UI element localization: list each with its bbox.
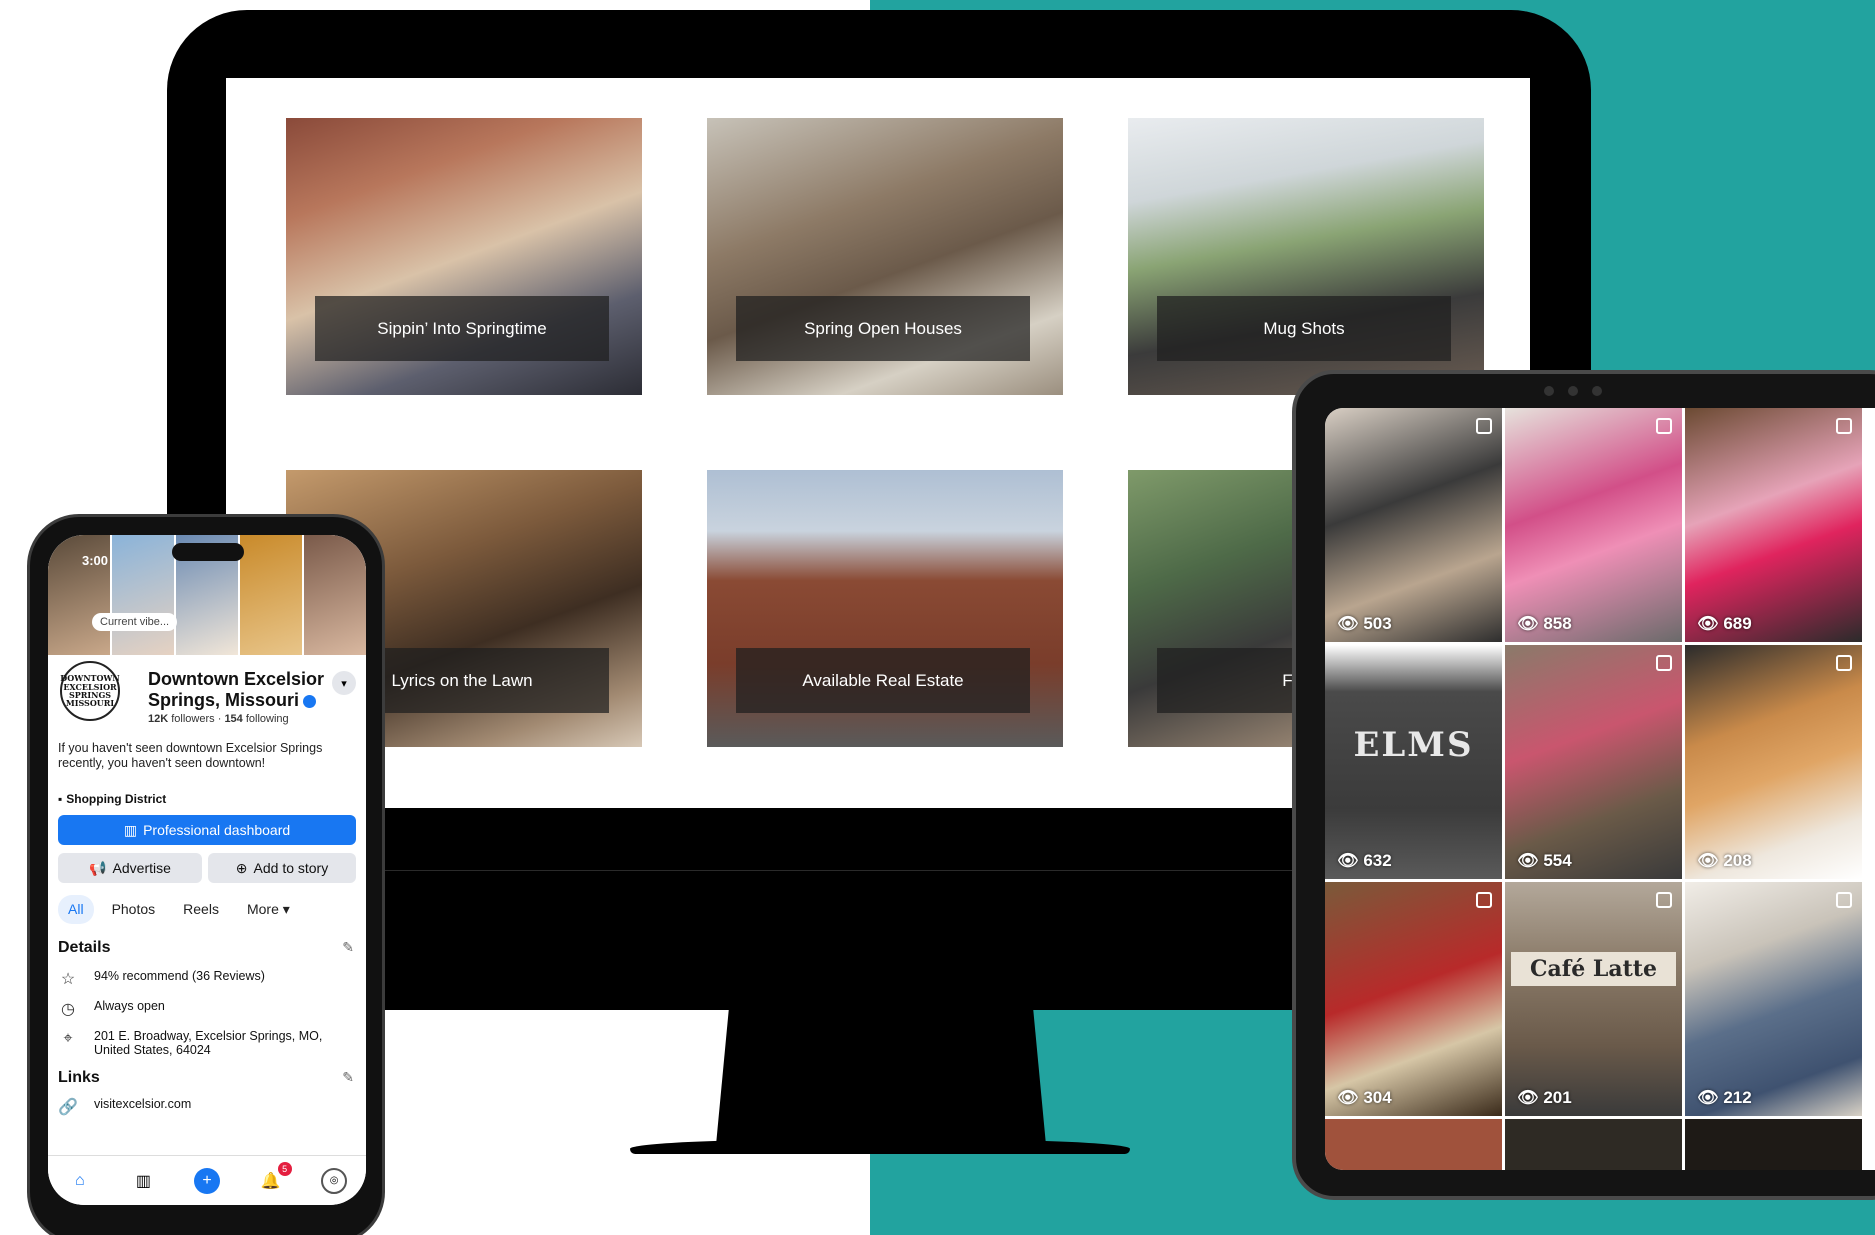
megaphone-icon: 📢	[89, 859, 107, 876]
phone-notch	[172, 543, 244, 561]
instagram-grid-screen: 👁 503 👁 858 👁 689 ELMS 👁 632 👁 554 👁 208…	[1325, 408, 1875, 1170]
cover-note-chip[interactable]: Current vibe...	[92, 613, 178, 631]
tile-mug-shots[interactable]: Mug Shots	[1128, 118, 1484, 395]
ig-post[interactable]: 👁 304	[1325, 882, 1502, 1116]
tile-caption: Spring Open Houses	[736, 296, 1030, 361]
details-heading: Details	[58, 939, 111, 956]
insights-icon[interactable]: ▥	[130, 1168, 156, 1194]
facebook-page-screen: 3:00 Current vibe... DOWNTOWN EXCELSIOR …	[48, 535, 366, 1205]
multi-post-icon	[1476, 892, 1492, 908]
website-link[interactable]: 🔗 visitexcelsior.com	[58, 1097, 191, 1117]
page-avatar[interactable]: DOWNTOWN EXCELSIOR SPRINGS MISSOURI	[60, 661, 120, 721]
link-icon: 🔗	[58, 1099, 78, 1116]
plus-circle-icon: ⊕	[235, 859, 248, 876]
multi-post-icon	[1656, 655, 1672, 671]
notifications-bell-icon[interactable]: 🔔 5	[258, 1161, 292, 1194]
tile-sippin-into-springtime[interactable]: Sippin’ Into Springtime	[286, 118, 642, 395]
tab-reels[interactable]: Reels	[173, 895, 229, 924]
marketing-mockup: Sippin’ Into Springtime Spring Open Hous…	[0, 0, 1875, 1235]
tab-photos[interactable]: Photos	[102, 895, 166, 924]
view-count: 👁 632	[1337, 851, 1392, 870]
ig-post[interactable]: 👁 554	[1505, 645, 1682, 879]
view-count: 👁 212	[1697, 1088, 1752, 1107]
ig-post[interactable]: 👁 689	[1685, 408, 1862, 642]
profile-tabs: All Photos Reels More ▾	[58, 895, 300, 924]
view-count: 👁 554	[1517, 851, 1572, 870]
multi-post-icon	[1836, 655, 1852, 671]
dashboard-icon: ▥	[123, 821, 138, 838]
detail-recommendations: ☆ 94% recommend (36 Reviews)	[58, 969, 265, 989]
ig-post[interactable]	[1685, 1119, 1862, 1170]
phone-device: 3:00 Current vibe... DOWNTOWN EXCELSIOR …	[27, 514, 385, 1235]
profile-avatar-icon[interactable]: ◎	[321, 1167, 348, 1194]
status-bar-time: 3:00	[82, 553, 109, 568]
create-post-icon[interactable]: +	[193, 1167, 220, 1194]
ig-post[interactable]: 👁 212	[1685, 882, 1862, 1116]
ig-post[interactable]	[1505, 1119, 1682, 1170]
category-icon: ▪	[58, 792, 63, 806]
tile-caption: Sippin’ Into Springtime	[315, 296, 609, 361]
advertise-button[interactable]: 📢 Advertise	[58, 853, 202, 883]
clock-icon: ◷	[61, 1001, 75, 1018]
view-count: 👁 689	[1697, 614, 1752, 633]
ig-post[interactable]: 👁 503	[1325, 408, 1502, 642]
tile-caption: Mug Shots	[1157, 296, 1451, 361]
detail-hours: ◷ Always open	[58, 999, 165, 1019]
instagram-grid: 👁 503 👁 858 👁 689 ELMS 👁 632 👁 554 👁 208…	[1325, 408, 1875, 1116]
tile-caption: Available Real Estate	[736, 648, 1030, 713]
tablet-camera	[1544, 386, 1602, 396]
follower-counts[interactable]: 12K followers · 154 following	[148, 713, 289, 725]
links-heading: Links	[58, 1069, 100, 1086]
multi-post-icon	[1656, 418, 1672, 434]
instagram-grid-next-row	[1325, 1119, 1875, 1170]
chevron-down-icon[interactable]: ▾	[332, 671, 356, 695]
detail-address[interactable]: ⌖ 201 E. Broadway, Excelsior Springs, MO,…	[58, 1029, 348, 1057]
notification-badge: 5	[277, 1161, 292, 1176]
home-icon[interactable]: ⌂	[67, 1168, 93, 1194]
view-count: 👁 208	[1697, 851, 1752, 870]
multi-post-icon	[1476, 418, 1492, 434]
bottom-nav-bar: ⌂ ▥ + 🔔 5 ◎	[48, 1155, 366, 1205]
multi-post-icon	[1656, 892, 1672, 908]
ig-post[interactable]: 👁 858	[1505, 408, 1682, 642]
view-count: 👁 503	[1337, 614, 1392, 633]
multi-post-icon	[1836, 418, 1852, 434]
multi-post-icon	[1836, 892, 1852, 908]
page-bio: If you haven't seen downtown Excelsior S…	[58, 741, 323, 770]
ig-post[interactable]	[1325, 1119, 1502, 1170]
page-category: ▪ Shopping District	[58, 792, 167, 806]
tile-spring-open-houses[interactable]: Spring Open Houses	[707, 118, 1063, 395]
tab-more[interactable]: More ▾	[237, 895, 300, 924]
view-count: 👁 201	[1517, 1088, 1572, 1107]
monitor-stand-base	[630, 1140, 1130, 1154]
view-count: 👁 304	[1337, 1088, 1392, 1107]
add-to-story-button[interactable]: ⊕ Add to story	[208, 853, 356, 883]
edit-details-pencil-icon[interactable]: ✎	[342, 939, 354, 956]
professional-dashboard-button[interactable]: ▥ Professional dashboard	[58, 815, 356, 845]
elms-logo-icon: ELMS	[1353, 725, 1474, 765]
cafe-latte-soap-label: Café Latte	[1511, 952, 1676, 986]
ig-post[interactable]: 👁 208	[1685, 645, 1862, 879]
tile-available-real-estate[interactable]: Available Real Estate	[707, 470, 1063, 747]
tablet-device: 👁 503 👁 858 👁 689 ELMS 👁 632 👁 554 👁 208…	[1292, 370, 1875, 1200]
tab-all[interactable]: All	[58, 895, 94, 924]
location-pin-icon: ⌖	[63, 1030, 73, 1047]
page-title: Downtown Excelsior Springs, Missouri	[148, 669, 325, 710]
edit-links-pencil-icon[interactable]: ✎	[342, 1069, 354, 1086]
ig-post[interactable]: ELMS 👁 632	[1325, 645, 1502, 879]
ig-post[interactable]: Café Latte 👁 201	[1505, 882, 1682, 1116]
star-icon: ☆	[60, 971, 76, 988]
verified-badge-icon	[303, 694, 317, 708]
monitor-stand	[716, 1005, 1046, 1145]
view-count: 👁 858	[1517, 614, 1572, 633]
